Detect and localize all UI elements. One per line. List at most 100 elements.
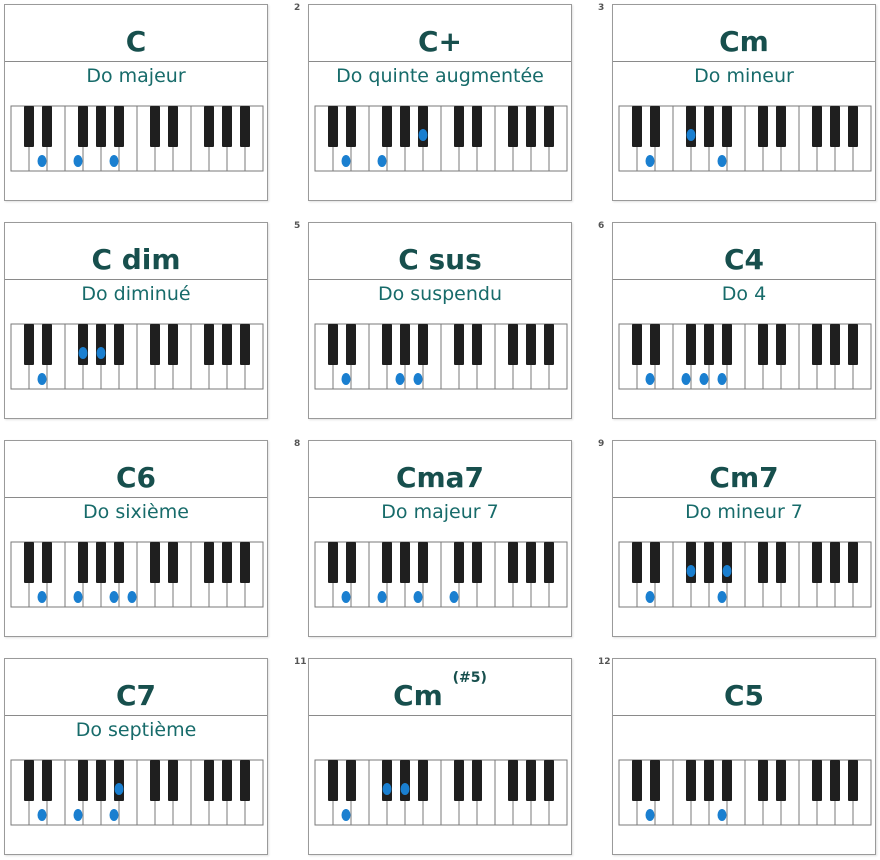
black-key[interactable] (830, 106, 840, 147)
black-key[interactable] (632, 106, 642, 147)
black-key[interactable] (704, 760, 714, 801)
black-key[interactable] (24, 542, 34, 583)
black-key[interactable] (382, 542, 392, 583)
black-key[interactable] (544, 324, 554, 365)
black-key[interactable] (812, 542, 822, 583)
black-key[interactable] (830, 760, 840, 801)
black-key[interactable] (848, 542, 858, 583)
black-key[interactable] (454, 542, 464, 583)
black-key[interactable] (526, 106, 536, 147)
black-key[interactable] (150, 542, 160, 583)
black-key[interactable] (776, 106, 786, 147)
black-key[interactable] (418, 542, 428, 583)
black-key[interactable] (704, 324, 714, 365)
black-key[interactable] (114, 106, 124, 147)
black-key[interactable] (722, 760, 732, 801)
black-key[interactable] (650, 542, 660, 583)
black-key[interactable] (42, 106, 52, 147)
black-key[interactable] (544, 542, 554, 583)
black-key[interactable] (758, 760, 768, 801)
black-key[interactable] (848, 760, 858, 801)
black-key[interactable] (240, 106, 250, 147)
black-key[interactable] (830, 324, 840, 365)
black-key[interactable] (42, 760, 52, 801)
black-key[interactable] (168, 760, 178, 801)
black-key[interactable] (328, 106, 338, 147)
black-key[interactable] (508, 760, 518, 801)
black-key[interactable] (472, 324, 482, 365)
black-key[interactable] (382, 324, 392, 365)
black-key[interactable] (346, 542, 356, 583)
black-key[interactable] (632, 760, 642, 801)
black-key[interactable] (454, 324, 464, 365)
black-key[interactable] (78, 106, 88, 147)
black-key[interactable] (222, 324, 232, 365)
black-key[interactable] (472, 760, 482, 801)
black-key[interactable] (204, 106, 214, 147)
black-key[interactable] (168, 542, 178, 583)
black-key[interactable] (704, 542, 714, 583)
black-key[interactable] (42, 324, 52, 365)
black-key[interactable] (78, 760, 88, 801)
black-key[interactable] (508, 542, 518, 583)
black-key[interactable] (758, 542, 768, 583)
black-key[interactable] (472, 106, 482, 147)
black-key[interactable] (848, 106, 858, 147)
black-key[interactable] (776, 324, 786, 365)
black-key[interactable] (650, 324, 660, 365)
black-key[interactable] (204, 760, 214, 801)
black-key[interactable] (776, 542, 786, 583)
black-key[interactable] (544, 106, 554, 147)
black-key[interactable] (204, 324, 214, 365)
black-key[interactable] (704, 106, 714, 147)
black-key[interactable] (400, 324, 410, 365)
black-key[interactable] (96, 106, 106, 147)
black-key[interactable] (240, 760, 250, 801)
black-key[interactable] (96, 542, 106, 583)
black-key[interactable] (722, 106, 732, 147)
black-key[interactable] (346, 324, 356, 365)
black-key[interactable] (114, 542, 124, 583)
black-key[interactable] (454, 760, 464, 801)
black-key[interactable] (346, 106, 356, 147)
black-key[interactable] (812, 324, 822, 365)
black-key[interactable] (328, 324, 338, 365)
black-key[interactable] (526, 324, 536, 365)
black-key[interactable] (240, 542, 250, 583)
black-key[interactable] (848, 324, 858, 365)
black-key[interactable] (830, 542, 840, 583)
black-key[interactable] (686, 760, 696, 801)
black-key[interactable] (150, 324, 160, 365)
black-key[interactable] (508, 106, 518, 147)
black-key[interactable] (24, 106, 34, 147)
black-key[interactable] (346, 760, 356, 801)
black-key[interactable] (78, 542, 88, 583)
black-key[interactable] (204, 542, 214, 583)
black-key[interactable] (328, 760, 338, 801)
black-key[interactable] (114, 324, 124, 365)
black-key[interactable] (526, 542, 536, 583)
black-key[interactable] (418, 324, 428, 365)
black-key[interactable] (722, 324, 732, 365)
black-key[interactable] (650, 760, 660, 801)
black-key[interactable] (24, 324, 34, 365)
black-key[interactable] (508, 324, 518, 365)
black-key[interactable] (812, 760, 822, 801)
black-key[interactable] (222, 760, 232, 801)
black-key[interactable] (150, 760, 160, 801)
black-key[interactable] (454, 106, 464, 147)
black-key[interactable] (632, 324, 642, 365)
black-key[interactable] (544, 760, 554, 801)
black-key[interactable] (400, 106, 410, 147)
black-key[interactable] (776, 760, 786, 801)
black-key[interactable] (328, 542, 338, 583)
black-key[interactable] (632, 542, 642, 583)
black-key[interactable] (42, 542, 52, 583)
black-key[interactable] (686, 324, 696, 365)
black-key[interactable] (758, 106, 768, 147)
black-key[interactable] (758, 324, 768, 365)
black-key[interactable] (812, 106, 822, 147)
black-key[interactable] (168, 106, 178, 147)
black-key[interactable] (650, 106, 660, 147)
black-key[interactable] (24, 760, 34, 801)
